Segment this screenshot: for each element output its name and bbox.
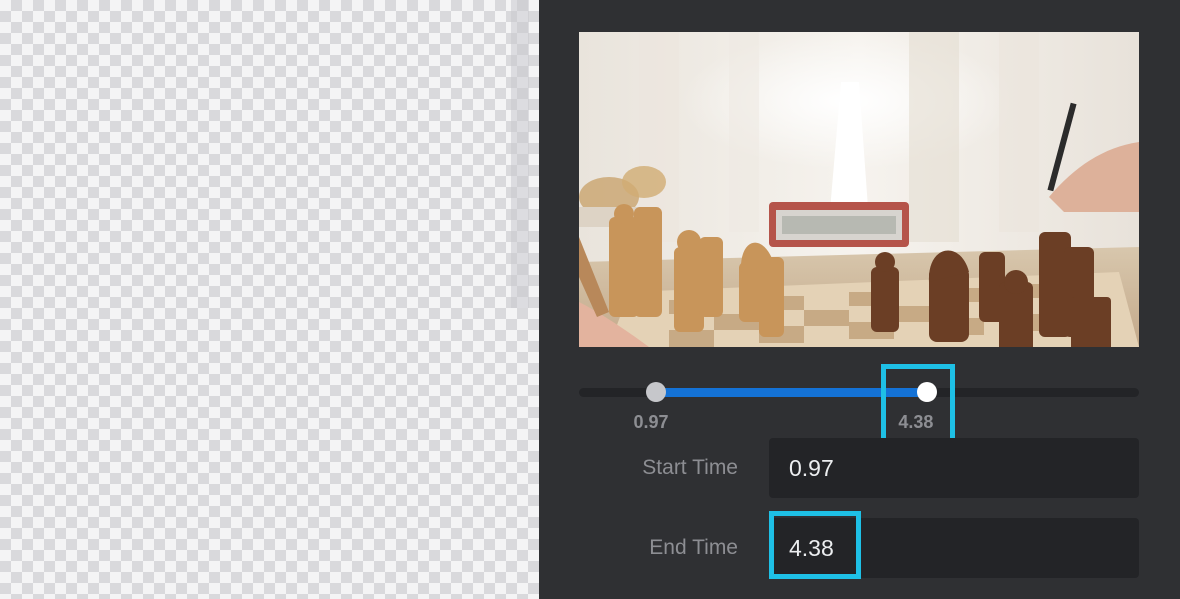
chess-board-photo — [579, 32, 1139, 347]
editor-window: 0.97 4.38 Start Time 0.97 End Time 4.38 — [0, 0, 1180, 599]
end-time-highlight — [769, 511, 861, 579]
start-time-field[interactable]: 0.97 — [769, 438, 1139, 498]
trim-range-slider[interactable] — [579, 382, 1139, 402]
video-preview[interactable] — [579, 32, 1139, 347]
trim-panel: 0.97 4.38 Start Time 0.97 End Time 4.38 — [539, 0, 1180, 599]
start-time-label: Start Time — [642, 456, 738, 479]
trim-start-value-label: 0.97 — [633, 412, 669, 432]
transparent-canvas — [0, 0, 539, 599]
end-time-label: End Time — [649, 536, 738, 559]
trim-start-handle[interactable] — [646, 382, 667, 402]
canvas-scrollbar[interactable] — [511, 0, 529, 308]
end-handle-highlight — [880, 364, 955, 447]
